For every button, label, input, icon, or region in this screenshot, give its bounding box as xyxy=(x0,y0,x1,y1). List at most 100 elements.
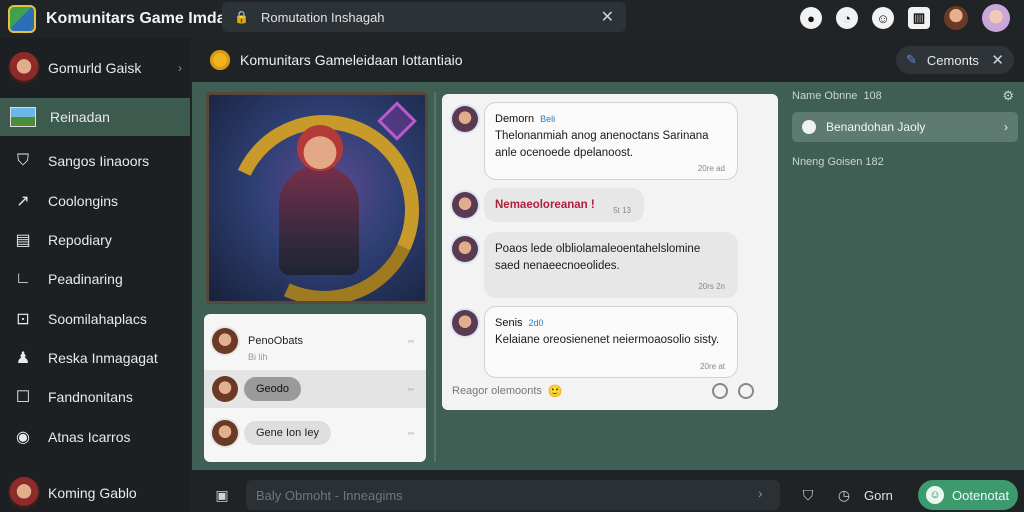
send-icon[interactable]: › xyxy=(758,485,763,501)
sidebar-item-label: Atnas Icarros xyxy=(48,429,131,445)
arrow-icon: ↗ xyxy=(16,193,30,210)
avatar xyxy=(452,310,478,336)
divider xyxy=(434,92,436,462)
right-column-card[interactable]: Benandohan Jaoly › xyxy=(792,112,1018,142)
avatar xyxy=(452,236,478,262)
lock-icon: 🔒 xyxy=(234,10,249,24)
message-input[interactable] xyxy=(246,480,780,510)
sidebar-item-fandnonitans[interactable]: ☐ Fandnonitans xyxy=(0,378,190,416)
radio-icon: ◉ xyxy=(16,429,30,446)
profile-avatar[interactable] xyxy=(982,4,1010,32)
chevron-right-icon: › xyxy=(1004,120,1008,134)
right-sub-count: 182 xyxy=(865,156,884,168)
app-logo-icon[interactable] xyxy=(8,5,36,33)
gear-icon[interactable]: ⚙ xyxy=(1002,88,1014,104)
avatar xyxy=(452,192,478,218)
emoji-icon[interactable]: 🙂 xyxy=(548,384,563,398)
thread-item[interactable]: Gene Ion Iey ◦◦ xyxy=(204,414,426,452)
notebook-icon[interactable]: ▥ xyxy=(908,7,930,29)
search-text[interactable]: Romutation Inshagah xyxy=(261,10,385,25)
sidebar-user-label: Gomurld Gaisk xyxy=(48,60,142,76)
chat-footer-hint: Reagor olemoonts xyxy=(452,385,542,397)
thread-mark: ◦◦ xyxy=(407,384,414,394)
composer-extra-label[interactable]: Gorn xyxy=(864,488,893,503)
sidebar-item-soomilahaplacs[interactable]: ⊡ Soomilahaplacs xyxy=(0,300,190,338)
smile-icon[interactable]: ☺ xyxy=(872,7,894,29)
right-column-subtitle: Nneng Goisen 182 xyxy=(792,156,884,168)
sidebar-item-label: Peadinaring xyxy=(48,271,123,287)
game-character-image xyxy=(206,92,428,304)
thread-mark: ◦◦ xyxy=(407,428,414,438)
hero-body xyxy=(279,165,359,275)
sidebar-user[interactable]: Gomurld Gaisk › xyxy=(0,50,190,86)
search-box[interactable]: 🔒 Romutation Inshagah ✕ xyxy=(222,2,626,32)
right-column-title: Name Obnne 108 xyxy=(792,90,882,102)
attachment-icon[interactable]: ▣ xyxy=(212,485,232,505)
right-title-count: 108 xyxy=(863,90,882,102)
avatar xyxy=(212,376,238,402)
composer: ▣ › ⛉ ◷ Gorn ☺ Ootenotat xyxy=(190,478,1024,512)
sidebar-item-label: Reinadan xyxy=(50,109,110,125)
sidebar-bottom-user[interactable]: Koming Gablo xyxy=(0,474,190,512)
bottom-user-label: Koming Gablo xyxy=(48,485,137,501)
picture-icon xyxy=(10,107,36,127)
top-bar: Komunitars Game Imda 🔒 Romutation Inshag… xyxy=(0,0,1024,38)
close-icon[interactable]: ✕ xyxy=(991,51,1004,69)
message-text: Nemaeoloreanan ! xyxy=(495,199,595,211)
message-bubble-alert: Nemaeoloreanan ! 5t 13 xyxy=(484,188,644,222)
sidebar-item-reska[interactable]: ♟ Reska Inmagagat xyxy=(0,339,190,377)
message-text: Thelonanmiah anog anenoctans Sarinana an… xyxy=(495,130,709,159)
thread-item[interactable]: PenoObats Bi lih ◦◦ xyxy=(204,322,426,362)
thread-mark: ◦◦ xyxy=(407,336,414,346)
message-bubble: Demorn Beli Thelonanmiah anog anenoctans … xyxy=(484,102,738,180)
image-frame-icon: ⊡ xyxy=(16,311,30,328)
timer-icon[interactable]: ◔ xyxy=(836,7,858,29)
sidebar-item-atnas[interactable]: ◉ Atnas Icarros xyxy=(0,418,190,456)
document-icon: ▤ xyxy=(15,232,31,249)
content-panel: PenoObats Bi lih ◦◦ Geodo ◦◦ Gene Ion Ie… xyxy=(192,82,1024,470)
clear-search-icon[interactable]: ✕ xyxy=(601,7,614,27)
square-icon: ☐ xyxy=(15,389,31,406)
attach-icon[interactable] xyxy=(712,383,728,399)
link-icon[interactable] xyxy=(738,383,754,399)
thread-item-selected[interactable]: Geodo ◦◦ xyxy=(204,370,426,408)
smile-icon: ☺ xyxy=(926,486,944,504)
sidebar-item-label: Repodiary xyxy=(48,232,112,248)
shield-icon[interactable]: ⛉ xyxy=(798,485,818,505)
sidebar-item-coolongins[interactable]: ↗ Coolongins xyxy=(0,182,190,220)
channel-action-button[interactable]: ✎ Cemonts ✕ xyxy=(896,46,1014,74)
coin-icon xyxy=(210,50,230,70)
avatar xyxy=(452,106,478,132)
record-icon[interactable]: ● xyxy=(800,7,822,29)
avatar xyxy=(8,52,40,84)
sidebar-item-label: Fandnonitans xyxy=(48,389,133,405)
clock-icon[interactable]: ◷ xyxy=(834,485,854,505)
avatar xyxy=(212,328,238,354)
channel-header: Komunitars Gameleidaan Iottantiaio ✎ Cem… xyxy=(190,38,1024,82)
composer-action-button[interactable]: ☺ Ootenotat xyxy=(918,480,1018,510)
message-time: 20re at xyxy=(700,362,725,371)
message-text: Kelaiane oreosienenet neiermoaosolio sis… xyxy=(495,334,720,346)
sidebar-item-repodiary[interactable]: ▤ Repodiary xyxy=(0,221,190,259)
sidebar-item-peadinaring[interactable]: ∟ Peadinaring xyxy=(0,260,190,298)
right-column: Name Obnne 108 ⚙ Benandohan Jaoly › Nneng… xyxy=(792,82,1022,470)
card-label: Benandohan Jaoly xyxy=(826,120,926,134)
message-author: Senis xyxy=(495,317,523,329)
thread-name: Geodo xyxy=(244,377,302,401)
user-avatar[interactable] xyxy=(944,6,968,30)
sidebar-item-sangos[interactable]: ⛉ Sangos Iinaoors xyxy=(0,142,190,180)
channel-action-label: Cemonts xyxy=(926,52,979,68)
chat-footer: Reagor olemoonts 🙂 xyxy=(452,380,768,402)
composer-button-label: Ootenotat xyxy=(952,487,1010,503)
sidebar-item-label: Sangos Iinaoors xyxy=(48,153,150,169)
message-time: 20re ad xyxy=(697,164,725,173)
thread-name: Gene Ion Iey xyxy=(244,421,331,445)
main-area: Komunitars Gameleidaan Iottantiaio ✎ Cem… xyxy=(190,38,1024,512)
person-icon: ♟ xyxy=(15,350,31,367)
sidebar-item-reinadan[interactable]: Reinadan xyxy=(0,98,190,136)
right-sub-text: Nneng Goisen xyxy=(792,156,863,168)
chevron-right-icon[interactable]: › xyxy=(178,61,182,75)
app-title: Komunitars Game Imda xyxy=(46,10,226,27)
thread-sub: Bi lih xyxy=(248,352,268,362)
dot-icon xyxy=(802,120,816,134)
